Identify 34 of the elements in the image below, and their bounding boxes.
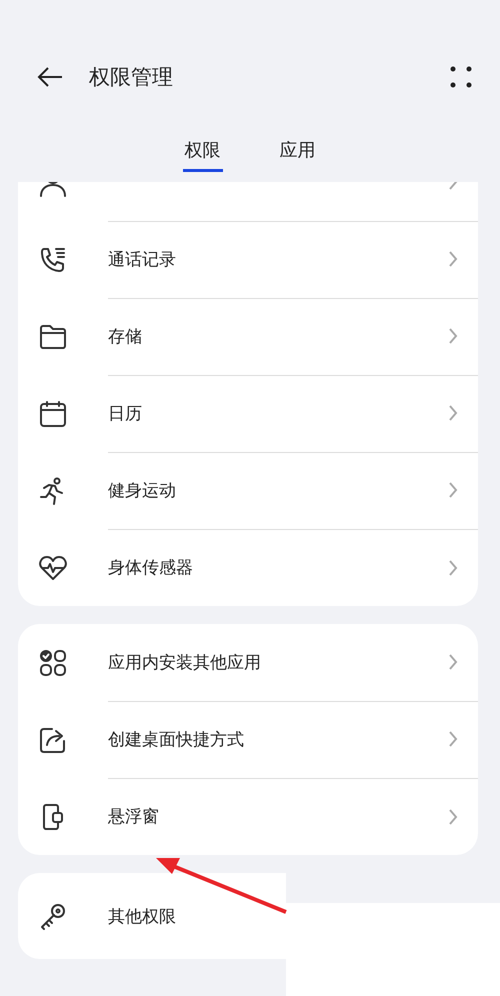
tab[interactable]: 应用: [278, 132, 318, 172]
permission-label: 创建桌面快捷方式: [108, 728, 245, 750]
permission-label: 悬浮窗: [108, 806, 160, 828]
permission-label: 存储: [108, 326, 143, 348]
permission-row[interactable]: 通话记录: [18, 221, 478, 298]
back-icon[interactable]: [36, 65, 64, 89]
permission-row[interactable]: 健身运动: [18, 452, 478, 529]
permission-row[interactable]: 应用内安装其他应用: [18, 624, 478, 701]
chevron-icon: [448, 653, 458, 671]
chevron-icon: [448, 481, 458, 499]
permission-row[interactable]: 存储: [18, 298, 478, 375]
permission-label: 其他权限: [108, 906, 177, 928]
key-icon: [38, 901, 68, 931]
chevron-icon: [448, 730, 458, 748]
page-title: 权限管理: [89, 64, 174, 91]
tab[interactable]: 权限: [182, 132, 222, 172]
permission-label: 通话记录: [108, 248, 177, 270]
chevron-icon: [448, 558, 458, 576]
chevron-icon: [448, 404, 458, 422]
permission-row[interactable]: 创建桌面快捷方式: [18, 701, 478, 778]
permission-row[interactable]: 日历: [18, 375, 478, 452]
calendar-icon: [38, 398, 68, 428]
permission-label: 健身运动: [108, 480, 177, 502]
permission-row[interactable]: 悬浮窗: [18, 778, 478, 855]
permission-label: 身体传感器: [108, 557, 194, 579]
more-icon[interactable]: [450, 66, 472, 88]
chevron-icon: [448, 327, 458, 345]
app-grid-icon: [38, 648, 68, 678]
permission-label: 日历: [108, 402, 143, 424]
chevron-icon: [448, 808, 458, 826]
chevron-icon: [448, 250, 458, 268]
permission-row[interactable]: 身体传感器: [18, 529, 478, 606]
permission-label: 应用内安装其他应用: [108, 652, 262, 674]
permission-row[interactable]: 其他权限: [18, 873, 286, 959]
